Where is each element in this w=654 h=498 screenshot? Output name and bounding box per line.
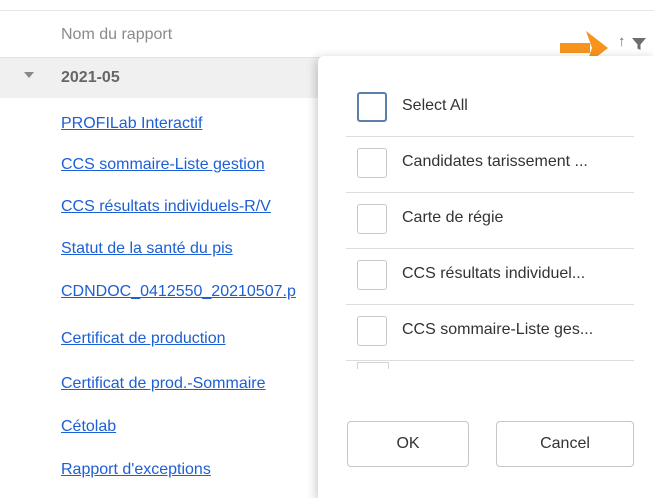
filter-option[interactable]: Candidates tarissement ... <box>346 136 634 193</box>
report-link[interactable]: Rapport d'exceptions <box>61 461 211 479</box>
report-link[interactable]: CDNDOC_0412550_20210507.p <box>61 283 296 301</box>
checkbox[interactable] <box>357 92 387 122</box>
checkbox[interactable] <box>357 316 387 346</box>
filter-option[interactable]: CCS sommaire-Liste ges... <box>346 304 634 361</box>
checkbox[interactable] <box>357 148 387 178</box>
checkbox-partially-visible[interactable] <box>357 362 389 369</box>
filter-option-label: CCS sommaire-Liste ges... <box>402 321 594 338</box>
filter-options-list: Select All Candidates tarissement ... Ca… <box>318 56 654 498</box>
report-link[interactable]: Certificat de prod.-Sommaire <box>61 375 266 393</box>
checkbox[interactable] <box>357 204 387 234</box>
filter-option-label: CCS résultats individuel... <box>402 265 586 282</box>
filter-option-label: Carte de régie <box>402 209 504 226</box>
report-link[interactable]: Certificat de production <box>61 330 226 348</box>
filter-option-label: Select All <box>402 97 468 114</box>
filter-option-label: Candidates tarissement ... <box>402 153 588 170</box>
report-link[interactable]: Cétolab <box>61 418 116 436</box>
filter-icon[interactable] <box>631 36 647 52</box>
filter-option[interactable]: Carte de régie <box>346 192 634 249</box>
ok-button[interactable]: OK <box>347 421 469 467</box>
report-link[interactable]: Statut de la santé du pis <box>61 240 233 258</box>
collapse-caret-icon[interactable] <box>24 72 34 78</box>
column-header-label[interactable]: Nom du rapport <box>61 26 172 44</box>
report-link[interactable]: CCS sommaire-Liste gestion <box>61 156 265 174</box>
sort-ascending-icon[interactable]: ↑ <box>618 34 626 49</box>
report-list-view: Nom du rapport ↑ 2021-05 PROFILab Intera… <box>0 0 654 498</box>
group-label: 2021-05 <box>61 69 120 86</box>
filter-dropdown-panel: Select All Candidates tarissement ... Ca… <box>318 56 654 498</box>
report-link[interactable]: CCS résultats individuels-R/V <box>61 198 271 216</box>
cancel-button[interactable]: Cancel <box>496 421 634 467</box>
column-header: Nom du rapport ↑ <box>0 11 654 65</box>
checkbox[interactable] <box>357 260 387 290</box>
filter-option-select-all[interactable]: Select All <box>346 80 634 137</box>
report-link[interactable]: PROFILab Interactif <box>61 115 202 133</box>
filter-option[interactable]: CCS résultats individuel... <box>346 248 634 305</box>
